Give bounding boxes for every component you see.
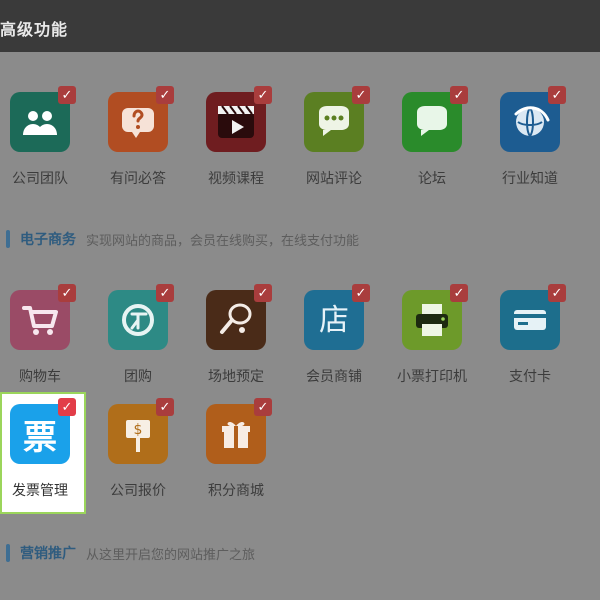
- section-title: 营销推广: [20, 546, 76, 562]
- enabled-check-icon: ✓: [450, 86, 468, 104]
- svg-text:$: $: [134, 422, 143, 438]
- enabled-check-icon: ✓: [156, 398, 174, 416]
- enabled-check-icon: ✓: [548, 86, 566, 104]
- feature-tile-video[interactable]: ✓ 视频课程: [196, 86, 282, 202]
- window-title: 高级功能: [0, 20, 69, 39]
- feature-tile-venue[interactable]: ✓ 场地预定: [196, 284, 282, 400]
- feature-tile-forum[interactable]: ✓ 论坛: [392, 86, 478, 202]
- feature-tile-qa[interactable]: ✓ 有问必答: [98, 86, 184, 202]
- enabled-check-icon: ✓: [548, 284, 566, 302]
- tile-label: 场地预定: [208, 369, 264, 385]
- tile-label: 支付卡: [509, 369, 551, 385]
- app-frame: 高级功能 ✓ 公司团队 ✓ 有问必答 ✓ 视频课程 ✓ 网站评论 ✓ 论坛 ✓ …: [0, 0, 600, 600]
- feature-grid-row-2: ✓ 购物车 ✓ 团购 ✓ 场地预定 店 ✓ 会员商铺 ✓ 小票打印机 ✓ 支付卡: [0, 284, 600, 400]
- feature-grid-row-3: $ ✓ 公司报价 ✓ 积分商城: [0, 398, 600, 514]
- tile-label: 公司报价: [110, 483, 166, 499]
- enabled-check-icon: ✓: [352, 284, 370, 302]
- svg-text:店: 店: [319, 303, 349, 338]
- tile-label: 团购: [124, 369, 152, 385]
- enabled-check-icon: ✓: [450, 284, 468, 302]
- section-title: 电子商务: [20, 232, 76, 248]
- enabled-check-icon: ✓: [58, 86, 76, 104]
- tile-label: 购物车: [19, 369, 61, 385]
- section-header-ecommerce: 电子商务 实现网站的商品，会员在线购买，在线支付功能: [0, 224, 359, 254]
- feature-tile-team[interactable]: ✓ 公司团队: [0, 86, 86, 202]
- feature-grid-row-1: ✓ 公司团队 ✓ 有问必答 ✓ 视频课程 ✓ 网站评论 ✓ 论坛 ✓ 行业知道: [0, 86, 600, 202]
- tile-label: 视频课程: [208, 171, 264, 187]
- tile-label: 积分商城: [208, 483, 264, 499]
- feature-tile-points-mall[interactable]: ✓ 积分商城: [196, 398, 282, 514]
- feature-tile-comments[interactable]: ✓ 网站评论: [294, 86, 380, 202]
- window-titlebar: 高级功能: [0, 0, 600, 52]
- feature-tile-cart[interactable]: ✓ 购物车: [0, 284, 86, 400]
- enabled-check-icon: ✓: [254, 398, 272, 416]
- tile-label: 网站评论: [306, 171, 362, 187]
- tile-label: 有问必答: [110, 171, 166, 187]
- feature-tile-groupbuy[interactable]: ✓ 团购: [98, 284, 184, 400]
- enabled-check-icon: ✓: [58, 284, 76, 302]
- section-accent-bar: [6, 544, 10, 562]
- enabled-check-icon: ✓: [156, 86, 174, 104]
- tile-label: 会员商铺: [306, 369, 362, 385]
- enabled-check-icon: ✓: [254, 86, 272, 104]
- tile-label: 论坛: [418, 171, 446, 187]
- enabled-check-icon: ✓: [352, 86, 370, 104]
- section-accent-bar: [6, 230, 10, 248]
- tile-label: 行业知道: [502, 171, 558, 187]
- feature-tile-receipt-printer[interactable]: ✓ 小票打印机: [392, 284, 478, 400]
- feature-tile-quote[interactable]: $ ✓ 公司报价: [98, 398, 184, 514]
- enabled-check-icon: ✓: [156, 284, 174, 302]
- section-header-marketing: 营销推广 从这里开启您的网站推广之旅: [0, 538, 255, 568]
- enabled-check-icon: ✓: [254, 284, 272, 302]
- section-description: 实现网站的商品，会员在线购买，在线支付功能: [86, 233, 360, 249]
- tile-label: 公司团队: [12, 171, 68, 187]
- feature-panel: ✓ 公司团队 ✓ 有问必答 ✓ 视频课程 ✓ 网站评论 ✓ 论坛 ✓ 行业知道 …: [0, 52, 600, 600]
- feature-tile-pay-card[interactable]: ✓ 支付卡: [490, 284, 576, 400]
- feature-tile-member-shop[interactable]: 店 ✓ 会员商铺: [294, 284, 380, 400]
- section-description: 从这里开启您的网站推广之旅: [86, 547, 256, 563]
- feature-tile-industry[interactable]: ✓ 行业知道: [490, 86, 576, 202]
- tile-label: 小票打印机: [397, 369, 467, 385]
